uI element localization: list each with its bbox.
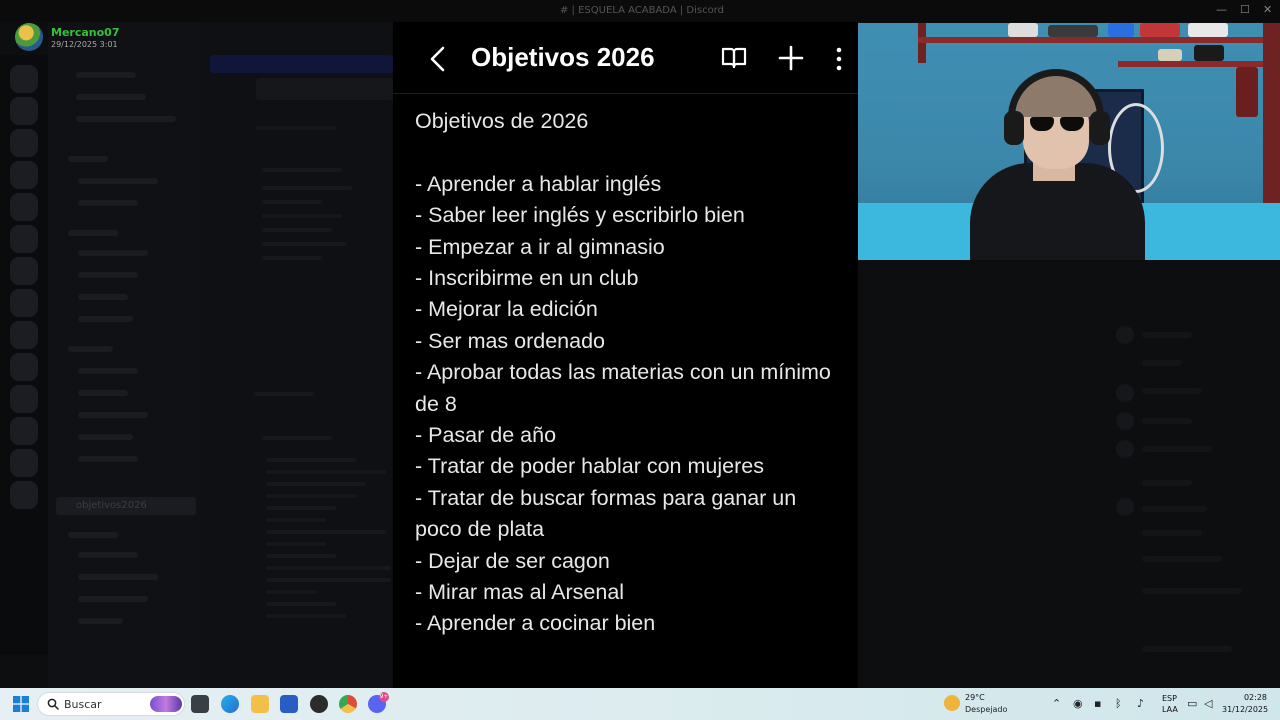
windows-icon: [13, 696, 29, 712]
note-line: - Saber leer inglés y escribirlo bien: [415, 203, 745, 228]
back-button[interactable]: [425, 44, 453, 74]
bluetooth-icon[interactable]: ᛒ: [1115, 697, 1122, 710]
user-avatar[interactable]: [15, 23, 43, 51]
search-icon: [47, 698, 59, 710]
chat-banner: [210, 55, 393, 73]
server-icon[interactable]: [10, 481, 38, 509]
server-icon[interactable]: [10, 257, 38, 285]
task-view-icon[interactable]: [191, 695, 209, 713]
server-list: [0, 55, 48, 655]
store-icon[interactable]: [280, 695, 298, 713]
chevron-up-icon[interactable]: ⌃: [1052, 697, 1061, 710]
add-button[interactable]: [777, 44, 805, 72]
clock-date[interactable]: 31/12/2025: [1222, 705, 1268, 714]
note-line: - Mejorar la edición: [415, 297, 598, 322]
discord-notification-badge: 9+: [379, 692, 389, 702]
server-icon[interactable]: [10, 385, 38, 413]
note-heading: Objetivos de 2026: [415, 109, 589, 133]
maximize-icon[interactable]: ☐: [1240, 3, 1250, 16]
moon-icon: [944, 695, 960, 711]
obs-icon[interactable]: [310, 695, 328, 713]
more-vertical-icon: [836, 47, 842, 71]
server-icon[interactable]: [10, 129, 38, 157]
server-icon[interactable]: [10, 193, 38, 221]
back-arrow-icon: [430, 46, 445, 72]
close-icon[interactable]: ✕: [1263, 3, 1272, 16]
note-line: - Mirar mas al Arsenal: [415, 580, 625, 605]
note-line: - Aprender a cocinar bien: [415, 611, 656, 636]
taskbar: Buscar 29°C Despejado ⌃ ◉ ▪ ᛒ ♪ ESP LAA …: [0, 688, 1280, 720]
plus-icon: [778, 45, 804, 71]
notes-header: Objetivos 2026: [393, 22, 858, 94]
notes-panel: Objetivos 2026 Objetivos de 2026 - Apren…: [393, 22, 858, 688]
tray-app-icon[interactable]: ▪: [1094, 697, 1101, 710]
note-line: - Tratar de buscar formas para ganar un …: [415, 485, 797, 542]
server-icon[interactable]: [10, 289, 38, 317]
more-options-button[interactable]: [831, 46, 847, 72]
user-timestamp: 29/12/2025 3:01: [51, 40, 118, 49]
note-line: - Dejar de ser cagon: [415, 548, 610, 573]
language-indicator[interactable]: ESP: [1162, 694, 1177, 703]
keyboard-layout[interactable]: LAA: [1162, 705, 1178, 714]
channel-list: [48, 22, 200, 688]
server-icon[interactable]: [10, 97, 38, 125]
edge-icon[interactable]: [221, 695, 239, 713]
server-icon[interactable]: [10, 449, 38, 477]
weather-description[interactable]: Despejado: [965, 705, 1007, 714]
notes-title: Objetivos 2026: [471, 42, 655, 72]
clock-time[interactable]: 02:28: [1227, 693, 1267, 702]
network-app-icon[interactable]: ◉: [1073, 697, 1083, 710]
webcam-overlay: [858, 23, 1280, 260]
server-icon[interactable]: [10, 321, 38, 349]
minimize-icon[interactable]: —: [1216, 3, 1227, 16]
search-placeholder: Buscar: [64, 698, 102, 711]
chat-area: [200, 22, 395, 688]
server-icon[interactable]: [10, 225, 38, 253]
server-icon[interactable]: [10, 65, 38, 93]
channel-selected-label: objetivos2026: [76, 500, 147, 511]
note-line: - Aprobar todas las materias con un míni…: [415, 360, 831, 416]
note-line: - Ser mas ordenado: [415, 328, 606, 353]
note-content[interactable]: Objetivos de 2026 - Aprender a hablar in…: [415, 106, 845, 640]
file-explorer-icon[interactable]: [251, 695, 269, 713]
note-line: - Inscribirme en un club: [415, 266, 639, 290]
note-line: - Pasar de año: [415, 423, 557, 448]
start-button[interactable]: [13, 696, 29, 712]
book-icon: [721, 47, 747, 69]
chrome-icon[interactable]: [339, 695, 357, 713]
window-title: # | ESQUELA ACABADA | Discord: [560, 5, 724, 16]
microphone-icon[interactable]: ♪: [1137, 697, 1144, 710]
taskbar-search[interactable]: Buscar: [37, 692, 185, 716]
reading-mode-button[interactable]: [721, 46, 747, 70]
server-icon[interactable]: [10, 353, 38, 381]
chat-field: [256, 78, 393, 100]
wifi-icon[interactable]: ▭: [1187, 697, 1197, 710]
note-line: - Aprender a hablar inglés: [415, 171, 662, 196]
note-line: - Empezar a ir al gimnasio: [415, 234, 665, 259]
note-line: - Tratar de poder hablar con mujeres: [415, 454, 764, 479]
volume-icon[interactable]: ◁: [1204, 697, 1212, 710]
weather-temperature[interactable]: 29°C: [965, 693, 985, 702]
search-highlight-icon: [150, 696, 182, 712]
server-icon[interactable]: [10, 161, 38, 189]
server-icon[interactable]: [10, 417, 38, 445]
user-name: Mercano07: [51, 26, 120, 39]
